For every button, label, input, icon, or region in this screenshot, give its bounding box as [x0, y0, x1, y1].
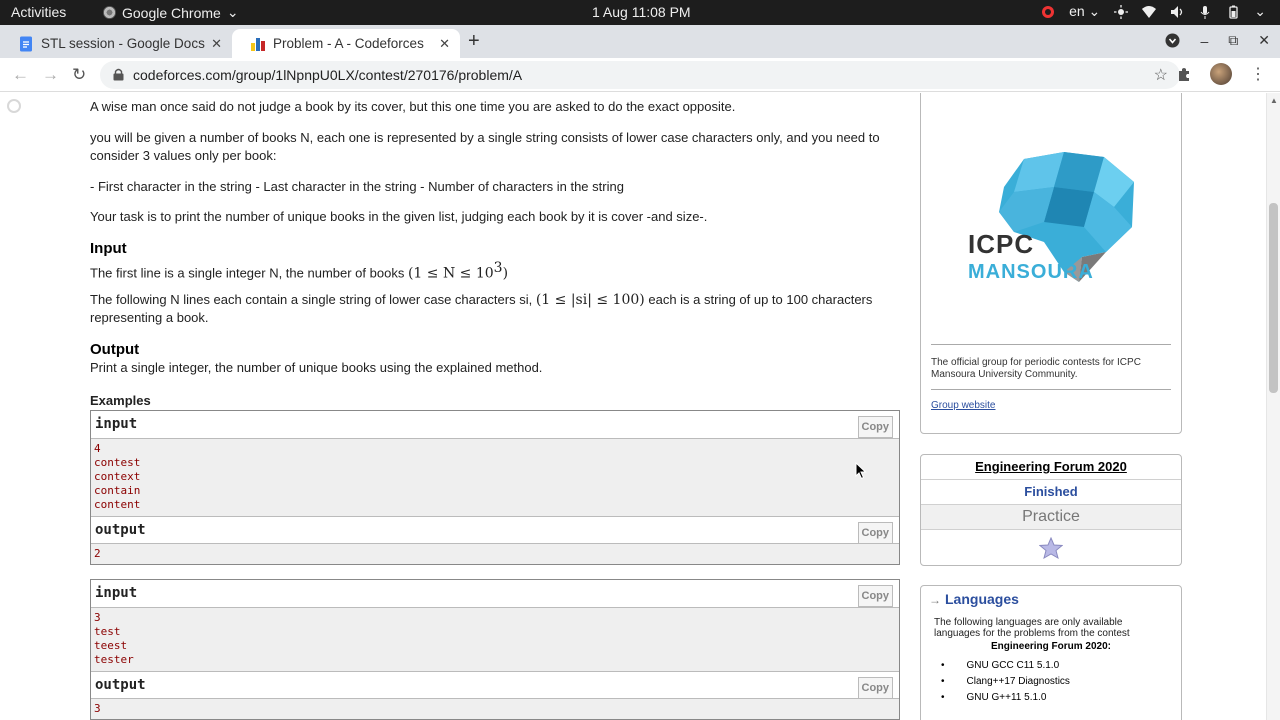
chevron-down-icon[interactable]: ⌄ — [1254, 3, 1266, 20]
group-description: The official group for periodic contests… — [931, 357, 1141, 380]
copy-button[interactable]: Copy — [857, 677, 893, 699]
back-button[interactable]: ← — [12, 65, 29, 85]
input-section-title: Input — [90, 240, 127, 257]
statement-paragraph: - First character in the string - Last c… — [90, 179, 624, 194]
new-tab-button[interactable]: + — [468, 30, 480, 53]
page-scrollbar[interactable]: ▲ — [1266, 93, 1280, 720]
google-docs-icon — [20, 36, 32, 51]
wifi-icon — [1142, 5, 1157, 18]
group-info-box: ICPC MANSOURA The official group for per… — [920, 93, 1182, 434]
browser-toolbar: ← → ↻ codeforces.com/group/1lNpnpU0LX/co… — [0, 58, 1280, 92]
copy-button[interactable]: Copy — [857, 416, 893, 438]
sample-output-header: output Copy — [91, 671, 899, 699]
system-tray[interactable]: en ⌄ ⌄ — [1041, 3, 1266, 20]
window-controls: – ⧉ ✕ — [1165, 32, 1270, 49]
sample-output-label: output — [95, 522, 146, 538]
sample-test-1: input Copy 4 contest context contain con… — [90, 410, 900, 565]
input-description: The first line is a single integer N, th… — [90, 260, 509, 282]
group-logo: ICPC MANSOURA — [921, 93, 1181, 344]
favorite-star-button[interactable] — [921, 530, 1181, 565]
scrollbar-thumb[interactable] — [1269, 203, 1278, 393]
languages-list: GNU GCC C11 5.1.0 Clang++17 Diagnostics … — [921, 652, 1181, 706]
statement-paragraph: A wise man once said do not judge a book… — [90, 99, 736, 114]
sample-output[interactable]: 2 — [91, 544, 899, 564]
language-item: GNU G++11 5.1.0 — [963, 690, 1181, 706]
microphone-icon — [1200, 5, 1210, 19]
minimize-button[interactable]: – — [1200, 33, 1208, 49]
sample-output[interactable]: 3 — [91, 699, 899, 719]
languages-subtitle: Engineering Forum 2020: — [990, 641, 1112, 652]
arrow-icon: → — [929, 593, 941, 607]
star-icon — [1038, 536, 1064, 559]
app-name: Google Chrome — [122, 4, 221, 21]
scroll-up-arrow-icon[interactable]: ▲ — [1270, 96, 1278, 105]
tab-search-icon[interactable] — [1165, 33, 1180, 48]
contest-info-box: Engineering Forum 2020 Finished Practice — [920, 454, 1182, 566]
statement-paragraph: you will be given a number of books N, e… — [90, 130, 880, 163]
output-description: Print a single integer, the number of un… — [90, 360, 543, 375]
logo-mansoura-text: MANSOURA — [968, 261, 1094, 283]
extensions-icon[interactable] — [1176, 66, 1192, 82]
tab-title: STL session - Google Docs — [41, 36, 205, 51]
restore-button[interactable]: ⧉ — [1228, 32, 1238, 49]
sample-input-label: input — [95, 585, 138, 601]
close-window-button[interactable]: ✕ — [1258, 32, 1270, 49]
languages-title: → Languages — [929, 591, 1019, 607]
sample-test-2: input Copy 3 test teest tester output Co… — [90, 579, 900, 720]
examples-title: Examples — [90, 393, 151, 408]
logo-icpc-text: ICPC — [968, 229, 1035, 259]
url-text[interactable]: codeforces.com/group/1lNpnpU0LX/contest/… — [133, 67, 522, 83]
settings-gear-icon[interactable] — [7, 99, 21, 113]
tab-codeforces[interactable]: Problem - A - Codeforces ✕ — [232, 29, 460, 58]
sample-input-header: input Copy — [91, 411, 899, 439]
sample-input-label: input — [95, 416, 138, 432]
sample-input[interactable]: 4 contest context contain content — [91, 439, 899, 516]
close-icon[interactable]: ✕ — [439, 36, 450, 52]
page-content: A wise man once said do not judge a book… — [0, 93, 1280, 720]
close-icon[interactable]: ✕ — [211, 36, 222, 52]
app-menu[interactable]: Google Chrome ⌄ — [103, 4, 239, 21]
languages-description: The following languages are only availab… — [934, 617, 1130, 639]
system-top-bar: Activities Google Chrome ⌄ 1 Aug 11:08 P… — [0, 0, 1280, 25]
volume-icon — [1171, 5, 1183, 18]
lock-icon[interactable] — [113, 68, 124, 81]
practice-button[interactable]: Practice — [921, 505, 1181, 530]
chevron-down-icon: ⌄ — [226, 4, 239, 20]
activities-button[interactable]: Activities — [11, 4, 66, 20]
contest-status: Finished — [921, 480, 1181, 505]
language-item: GNU GCC C11 5.1.0 — [963, 658, 1181, 674]
sample-output-header: output Copy — [91, 516, 899, 544]
battery-icon — [1229, 5, 1238, 19]
clock[interactable]: 1 Aug 11:08 PM — [592, 4, 691, 20]
more-menu-icon[interactable]: ⋮ — [1250, 64, 1266, 84]
brightness-icon — [1114, 4, 1129, 19]
tab-google-docs[interactable]: STL session - Google Docs ✕ — [0, 29, 232, 58]
toolbar-actions: ⋮ — [1176, 63, 1266, 85]
profile-avatar[interactable] — [1210, 63, 1232, 85]
language-indicator[interactable]: en ⌄ — [1069, 3, 1100, 20]
codeforces-icon — [251, 37, 265, 51]
output-section-title: Output — [90, 341, 140, 358]
chrome-icon — [103, 6, 116, 19]
screen-record-icon[interactable] — [1041, 5, 1055, 19]
sample-input-header: input Copy — [91, 580, 899, 608]
input-description: The following N lines each contain a sin… — [90, 292, 873, 325]
bookmark-star-icon[interactable]: ☆ — [1154, 65, 1168, 85]
tab-title: Problem - A - Codeforces — [273, 36, 424, 51]
mouse-cursor-icon — [855, 462, 867, 480]
address-bar[interactable]: codeforces.com/group/1lNpnpU0LX/contest/… — [100, 61, 1180, 89]
copy-button[interactable]: Copy — [857, 585, 893, 607]
reload-button[interactable]: ↻ — [72, 65, 86, 85]
statement-paragraph: Your task is to print the number of uniq… — [90, 209, 708, 224]
languages-box: → Languages The following languages are o… — [920, 585, 1182, 720]
forward-button[interactable]: → — [42, 65, 59, 85]
contest-name-link[interactable]: Engineering Forum 2020 — [921, 455, 1181, 480]
group-website-link[interactable]: Group website — [921, 390, 1181, 411]
tab-strip: STL session - Google Docs ✕ Problem - A … — [0, 25, 1280, 58]
language-item: Clang++17 Diagnostics — [963, 674, 1181, 690]
sample-output-label: output — [95, 677, 146, 693]
sample-input[interactable]: 3 test teest tester — [91, 608, 899, 671]
copy-button[interactable]: Copy — [857, 522, 893, 544]
